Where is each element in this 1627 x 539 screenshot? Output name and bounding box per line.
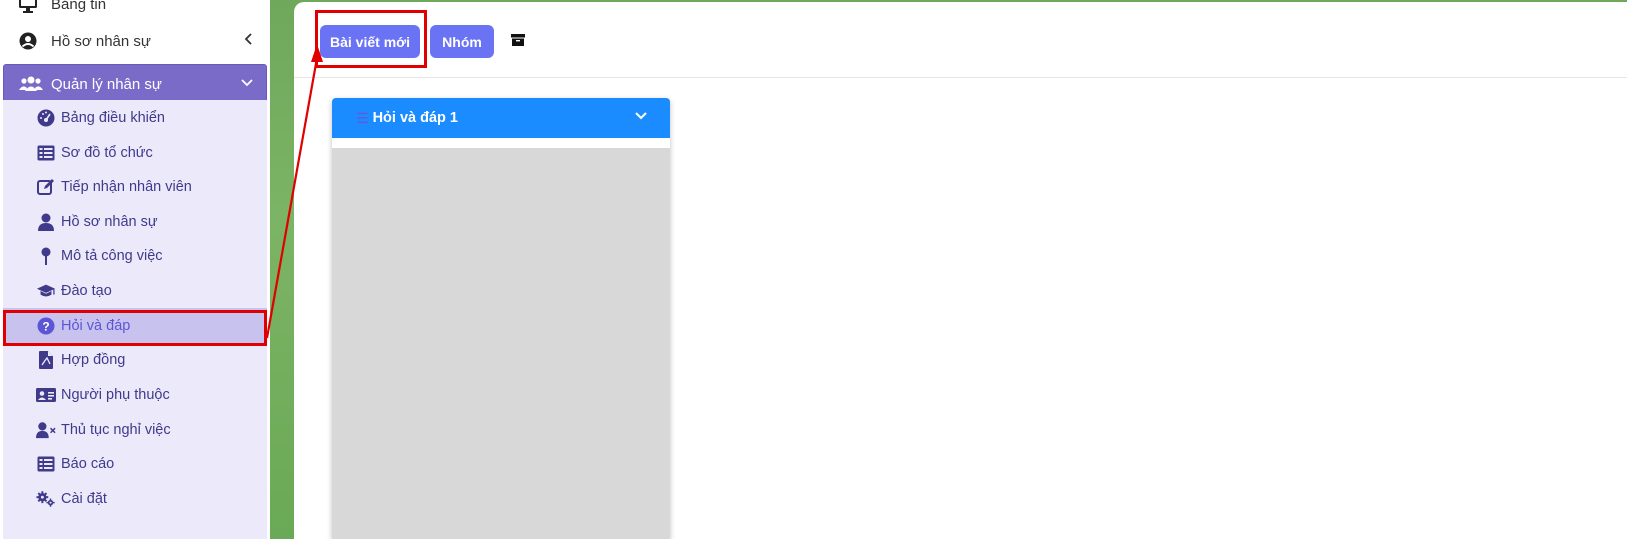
sidebar-item-label: Người phụ thuộc	[61, 386, 170, 403]
toolbar: Bài viết mới Nhóm	[294, 2, 1627, 78]
sidebar-item-onboarding[interactable]: Tiếp nhận nhân viên	[3, 169, 267, 204]
sidebar-item-label: Sơ đồ tổ chức	[61, 144, 153, 161]
card-title: Hỏi và đáp 1	[372, 110, 458, 126]
sidebar-item-org-chart[interactable]: Sơ đồ tổ chức	[3, 135, 267, 170]
sidebar-item-label: Đào tạo	[61, 282, 112, 299]
sidebar-item-job-description[interactable]: Mô tả công việc	[3, 238, 267, 273]
cogs-icon	[36, 489, 56, 509]
edit-icon	[36, 177, 56, 197]
sidebar-group-label: Quản lý nhân sự	[51, 75, 162, 93]
monitor-icon	[18, 0, 38, 14]
sidebar-item-label: Hợp đồng	[61, 351, 126, 368]
map-pin-icon	[36, 246, 56, 266]
card-header[interactable]: ☰ Hỏi và đáp 1	[332, 98, 670, 138]
file-pdf-icon	[36, 350, 56, 370]
dashboard-gauge-icon	[36, 108, 56, 128]
drag-handle-icon[interactable]: ☰	[356, 110, 369, 127]
id-card-icon	[36, 385, 56, 405]
sidebar-item-dashboard[interactable]: Bảng điều khiển	[3, 100, 267, 135]
sidebar-item-qa[interactable]: ? Hỏi và đáp	[3, 308, 267, 343]
list-table-icon	[36, 143, 56, 163]
user-remove-icon	[36, 420, 56, 440]
main-panel: Bài viết mới Nhóm ☰ Hỏi và đáp 1	[294, 2, 1627, 539]
sidebar-item-label: Thủ tục nghỉ việc	[61, 421, 171, 438]
sidebar-item-profile[interactable]: Hồ sơ nhân sự	[0, 22, 270, 60]
sidebar-item-label: Bảng tin	[51, 0, 107, 13]
sidebar: Bảng tin Hồ sơ nhân sự Quản lý nhân sự B…	[0, 0, 270, 539]
sidebar-item-hr-records[interactable]: Hồ sơ nhân sự	[3, 204, 267, 239]
sidebar-item-label: Hỏi và đáp	[61, 317, 131, 334]
sidebar-item-news[interactable]: Bảng tin	[0, 0, 270, 23]
sidebar-item-reports[interactable]: Báo cáo	[3, 446, 267, 481]
svg-text:?: ?	[42, 319, 49, 333]
archive-button[interactable]	[501, 25, 535, 58]
sidebar-item-label: Bảng điều khiển	[61, 109, 165, 126]
chevron-down-icon	[240, 75, 254, 91]
sidebar-item-label: Hồ sơ nhân sự	[51, 32, 151, 50]
user-icon	[36, 212, 56, 232]
sidebar-group-hr-management[interactable]: Quản lý nhân sự	[3, 64, 267, 104]
sidebar-item-resignation[interactable]: Thủ tục nghỉ việc	[3, 412, 267, 447]
sidebar-item-contracts[interactable]: Hợp đồng	[3, 342, 267, 377]
chevron-down-icon[interactable]	[634, 109, 648, 125]
sidebar-item-label: Mô tả công việc	[61, 247, 163, 264]
question-circle-icon: ?	[36, 316, 56, 336]
sidebar-item-label: Cài đặt	[61, 490, 107, 507]
group-button[interactable]: Nhóm	[430, 25, 494, 58]
sidebar-item-label: Hồ sơ nhân sự	[61, 213, 158, 230]
report-list-icon	[36, 454, 56, 474]
sidebar-item-training[interactable]: Đào tạo	[3, 273, 267, 308]
chevron-left-icon	[244, 32, 254, 50]
user-circle-icon	[18, 31, 38, 51]
sidebar-item-label: Báo cáo	[61, 455, 115, 472]
sidebar-item-dependents[interactable]: Người phụ thuộc	[3, 377, 267, 412]
graduation-cap-icon	[36, 281, 56, 301]
hr-submenu: Bảng điều khiển Sơ đồ tổ chức Tiếp nhận …	[3, 100, 267, 539]
qa-card: ☰ Hỏi và đáp 1	[332, 98, 670, 539]
sidebar-item-settings[interactable]: Cài đặt	[3, 481, 267, 516]
archive-icon	[511, 33, 525, 51]
sidebar-item-label: Tiếp nhận nhân viên	[61, 178, 192, 195]
card-strip	[332, 138, 670, 148]
new-post-button[interactable]: Bài viết mới	[320, 25, 420, 58]
users-icon	[19, 74, 43, 94]
